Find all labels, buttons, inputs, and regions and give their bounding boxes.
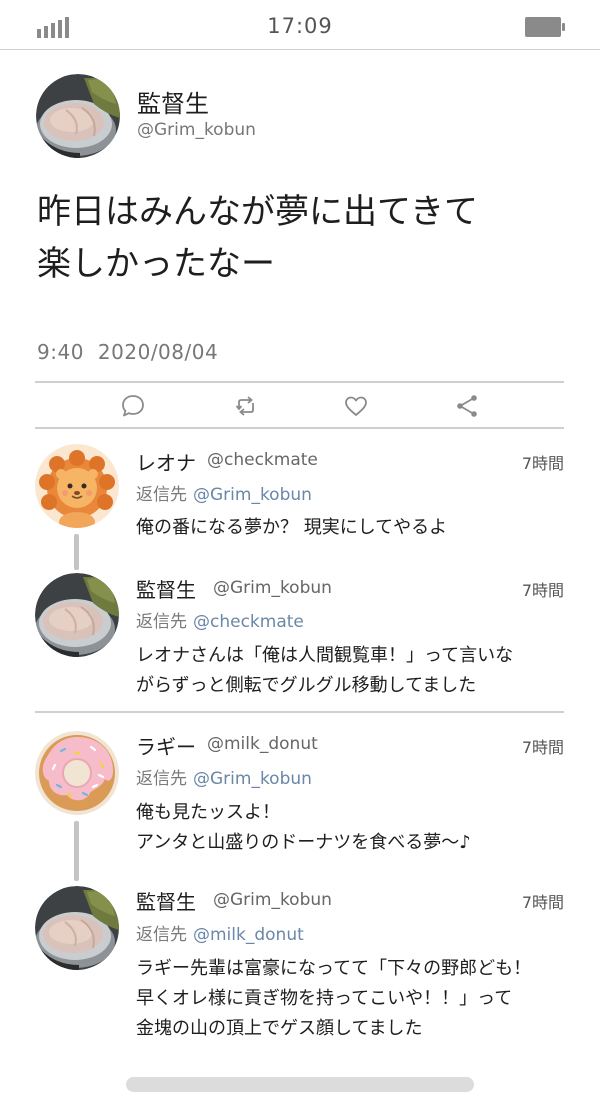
reply-time: 7時間 [521, 738, 564, 757]
lion-avatar[interactable] [35, 444, 119, 528]
reply-text: 俺の番になる夢か？ 現実にしてやるよ [136, 517, 448, 538]
main-tweet-timestamp: 9:40 2020/08/04 [37, 340, 218, 364]
reply-to: 返信先 @checkmate [136, 607, 304, 632]
like-icon[interactable] [343, 393, 369, 419]
reply-to-prefix: 返信先 [136, 925, 187, 945]
thread-connector [74, 821, 79, 881]
reply-display-name[interactable]: 監督生 [136, 886, 196, 915]
reply-handle[interactable]: @Grim_kobun [213, 578, 332, 598]
main-tweet-handle[interactable]: @Grim_kobun [137, 120, 256, 140]
reply-to-link[interactable]: @Grim_kobun [193, 769, 312, 789]
main-tweet-time: 9:40 [37, 340, 84, 364]
main-tweet-date: 2020/08/04 [97, 340, 219, 364]
tuna-can-avatar[interactable] [35, 886, 119, 970]
tuna-can-avatar[interactable] [35, 573, 119, 657]
reply-to-prefix: 返信先 [136, 769, 187, 789]
divider [35, 711, 564, 713]
reply-display-name[interactable]: ラギー [136, 731, 196, 760]
reply-to: 返信先 @milk_donut [136, 920, 304, 945]
reply-to-prefix: 返信先 [136, 612, 187, 632]
tweet-action-bar [35, 382, 564, 428]
reply-text: レオナさんは「俺は人間観覧車！」って言いな がらずっと側転でグルグル移動してまし… [136, 645, 514, 696]
reply-time: 7時間 [521, 893, 564, 912]
main-tweet-avatar[interactable] [36, 74, 120, 158]
reply-to-link[interactable]: @Grim_kobun [193, 485, 312, 505]
reply-to-link[interactable]: @checkmate [193, 612, 304, 632]
reply-display-name[interactable]: 監督生 [136, 574, 196, 603]
reply-to-prefix: 返信先 [136, 485, 187, 505]
home-indicator[interactable] [126, 1077, 474, 1092]
battery-icon [525, 17, 565, 37]
reply-handle[interactable]: @Grim_kobun [213, 890, 332, 910]
reply-text: 俺も見たッスよ！ アンタと山盛りのドーナツを食べる夢〜♪ [136, 802, 471, 853]
thread-connector [74, 534, 79, 570]
reply-text: ラギー先輩は富豪になってて「下々の野郎ども！ 早くオレ様に貢ぎ物を持ってこいや！… [136, 958, 532, 1039]
reply-time: 7時間 [521, 454, 564, 473]
reply-time: 7時間 [521, 581, 564, 600]
main-tweet-display-name[interactable]: 監督生 [137, 84, 209, 119]
status-bar: 17:09 [0, 0, 600, 50]
reply-to-link[interactable]: @milk_donut [193, 925, 304, 945]
retweet-icon[interactable] [233, 393, 259, 419]
reply-icon[interactable] [120, 393, 146, 419]
status-time: 17:09 [267, 14, 333, 38]
share-icon[interactable] [454, 393, 480, 419]
reply-to: 返信先 @Grim_kobun [136, 480, 312, 505]
reply-handle[interactable]: @milk_donut [207, 734, 318, 754]
divider [35, 427, 564, 429]
main-tweet-text: 昨日はみんなが夢に出てきて 楽しかったなー [37, 192, 478, 284]
reply-display-name[interactable]: レオナ [136, 447, 196, 476]
reply-handle[interactable]: @checkmate [207, 450, 318, 470]
reply-to: 返信先 @Grim_kobun [136, 764, 312, 789]
donut-avatar[interactable] [35, 731, 119, 815]
